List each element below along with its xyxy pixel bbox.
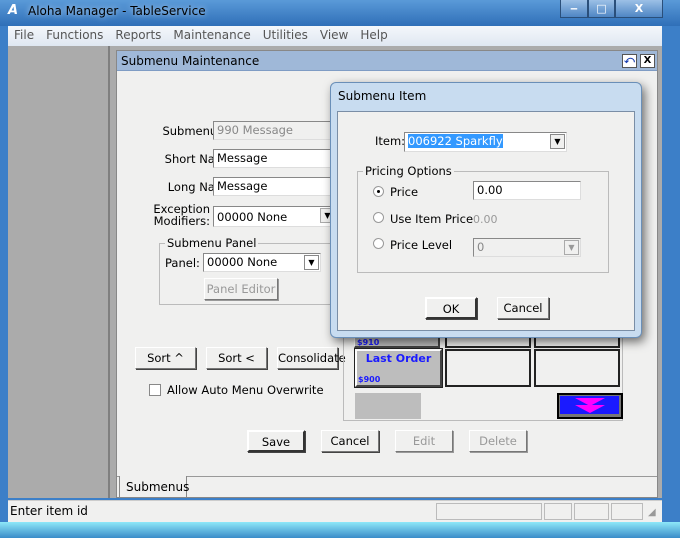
status-cell <box>611 503 643 520</box>
long-name-input[interactable]: Message <box>213 177 337 196</box>
menu-bar: File Functions Reports Maintenance Utili… <box>8 26 662 46</box>
chevron-down-icon[interactable]: ▼ <box>304 255 319 270</box>
price-level-select[interactable]: 0 ▼ <box>473 238 581 257</box>
panel-select[interactable]: 00000 None ▼ <box>203 253 321 272</box>
exception-label-line2: Modifiers: <box>153 214 210 228</box>
delete-button[interactable]: Delete <box>469 430 527 452</box>
page-down-button[interactable] <box>557 393 623 419</box>
menu-maintenance[interactable]: Maintenance <box>167 26 256 46</box>
last-order-label: Last Order <box>365 352 432 365</box>
panel-button-last-order[interactable]: Last Order $900 <box>354 348 443 388</box>
chevron-down-icon[interactable]: ▼ <box>550 134 565 149</box>
panel-editor-button[interactable]: Panel Editor <box>204 278 278 300</box>
title-bar: A Aloha Manager - TableService ‒ □ X <box>0 0 680 26</box>
price-radio[interactable] <box>373 186 384 197</box>
item-select[interactable]: 006922 Sparkfly ▼ <box>404 132 567 152</box>
taskbar <box>0 522 680 538</box>
allow-auto-label: Allow Auto Menu Overwrite <box>167 383 324 397</box>
sort-left-button[interactable]: Sort < <box>206 347 267 369</box>
dialog-body: Item: 006922 Sparkfly ▼ Pricing Options P… <box>337 111 635 331</box>
use-item-price-label: Use Item Price <box>390 212 474 226</box>
price-label: Price <box>390 185 419 199</box>
chevron-down-icon[interactable]: ▼ <box>564 240 579 255</box>
panel-label: Panel: <box>165 256 200 270</box>
exception-value: 00000 None <box>217 210 288 224</box>
use-item-price-radio[interactable] <box>373 212 384 223</box>
menu-view[interactable]: View <box>314 26 354 46</box>
panel-button-empty[interactable] <box>445 349 531 387</box>
submenu-panel-title: Submenu Panel <box>165 236 259 250</box>
panel-button-1-number: $910 <box>357 338 380 347</box>
menu-help[interactable]: Help <box>354 26 393 46</box>
window-title: Aloha Manager - TableService <box>28 4 206 18</box>
allow-auto-checkbox[interactable] <box>149 384 161 396</box>
tab-divider <box>117 476 657 477</box>
menu-file[interactable]: File <box>8 26 40 46</box>
menu-functions[interactable]: Functions <box>40 26 109 46</box>
exception-modifiers-select[interactable]: 00000 None ▼ <box>213 206 337 227</box>
panel-value: 00000 None <box>207 255 278 269</box>
submenu-id-select[interactable]: 990 Message <box>213 121 337 140</box>
restore-icon[interactable]: ⤺ <box>622 54 637 68</box>
child-title-bar: Submenu Maintenance ⤺ X <box>117 51 657 71</box>
menu-reports[interactable]: Reports <box>109 26 167 46</box>
cancel-button[interactable]: Cancel <box>321 430 379 452</box>
status-cell <box>436 503 542 520</box>
tab-submenus[interactable]: Submenus <box>119 476 189 498</box>
ok-button[interactable]: OK <box>425 297 477 319</box>
save-button[interactable]: Save <box>247 430 305 452</box>
maximize-button[interactable]: □ <box>588 0 615 18</box>
left-panel <box>8 46 110 498</box>
child-close-button[interactable]: X <box>640 54 655 68</box>
close-button[interactable]: X <box>615 0 663 18</box>
minimize-button[interactable]: ‒ <box>560 0 588 18</box>
status-text: Enter item id <box>10 504 88 518</box>
price-level-label: Price Level <box>390 238 453 252</box>
item-value: 006922 Sparkfly <box>408 134 503 148</box>
dialog-title: Submenu Item <box>338 89 427 103</box>
dialog-cancel-button[interactable]: Cancel <box>497 297 549 319</box>
short-name-input[interactable]: Message <box>213 149 337 168</box>
item-label: Item: <box>375 134 406 148</box>
submenu-item-dialog: Submenu Item Item: 006922 Sparkfly ▼ Pric… <box>330 82 642 338</box>
menu-utilities[interactable]: Utilities <box>257 26 314 46</box>
consolidate-button[interactable]: Consolidate <box>277 347 346 369</box>
exception-modifiers-label: Exception Modifiers: <box>127 203 210 227</box>
double-arrow-down-icon <box>560 396 619 414</box>
price-level-radio[interactable] <box>373 238 384 249</box>
app-logo-icon: A <box>8 3 19 18</box>
status-bar: Enter item id ◢ <box>8 500 662 522</box>
resize-grip-icon[interactable]: ◢ <box>648 507 656 518</box>
child-title: Submenu Maintenance <box>121 54 260 68</box>
edit-button[interactable]: Edit <box>395 430 453 452</box>
price-level-value: 0 <box>477 240 485 254</box>
panel-placeholder <box>355 393 421 419</box>
status-cell <box>574 503 609 520</box>
panel-button-empty[interactable] <box>534 349 620 387</box>
price-input[interactable]: 0.00 <box>473 181 581 200</box>
sort-up-button[interactable]: Sort ^ <box>135 347 196 369</box>
pricing-options-title: Pricing Options <box>363 164 454 178</box>
submenu-id-value: 990 Message <box>217 123 294 137</box>
status-cell <box>544 503 572 520</box>
last-order-number: $900 <box>358 375 381 384</box>
use-item-price-value: 0.00 <box>473 213 498 226</box>
